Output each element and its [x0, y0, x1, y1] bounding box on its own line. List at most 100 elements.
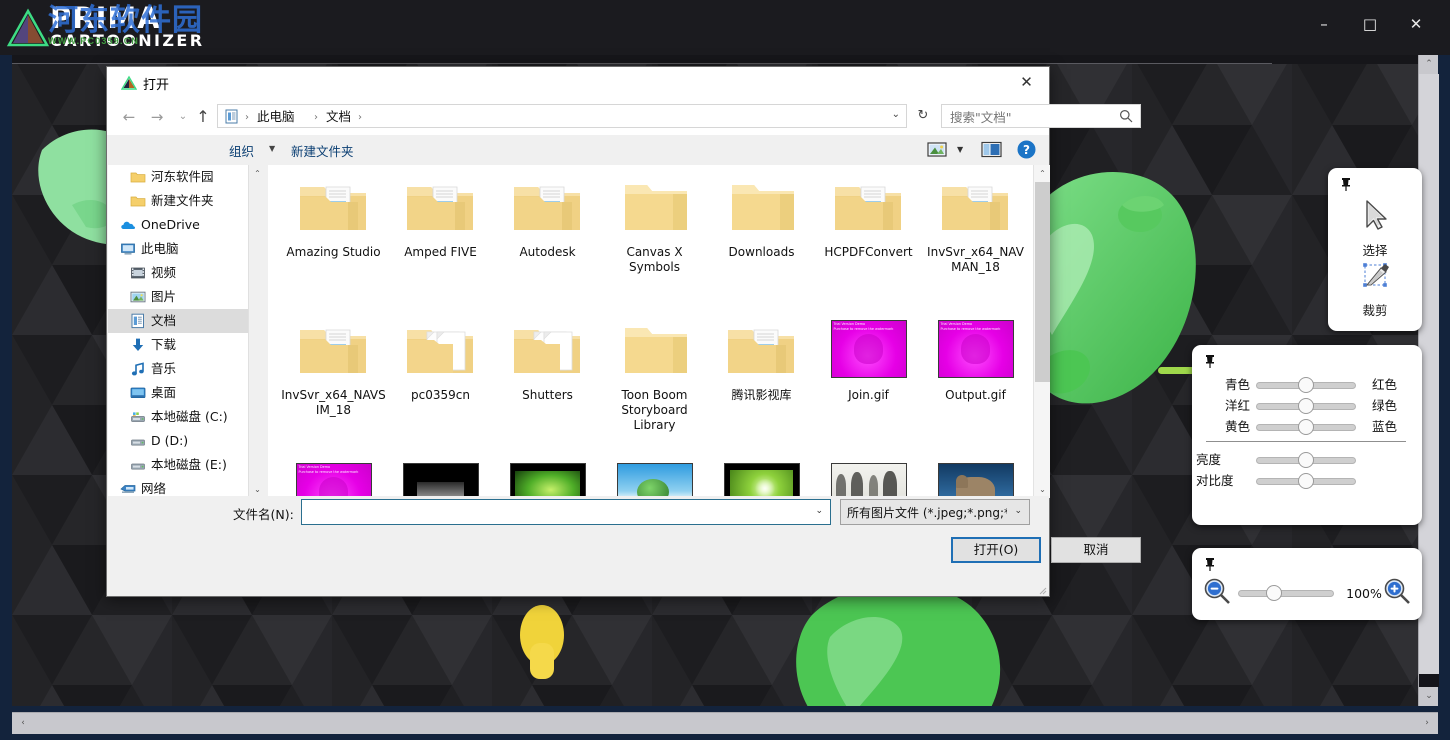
magnifier-minus-icon[interactable] [1202, 576, 1232, 606]
drive-icon [130, 457, 146, 473]
pin-icon[interactable] [1202, 353, 1218, 369]
navpane-item[interactable]: 图片 [108, 285, 248, 309]
navpane-item[interactable]: 视频 [108, 261, 248, 285]
navpane-scrollbar[interactable]: ⌃ ⌄ [248, 165, 265, 498]
forward-button[interactable]: → [145, 105, 169, 129]
open-button[interactable]: 打开(O) [951, 537, 1041, 563]
green-label: 绿色 [1372, 396, 1412, 416]
slider-knob[interactable] [1298, 419, 1314, 435]
canvas-scroll-right-arrow[interactable]: › [1416, 713, 1438, 734]
navpane-item-label: 图片 [151, 285, 176, 309]
tool-crop[interactable]: 裁剪 [1328, 256, 1422, 319]
slider-knob[interactable] [1298, 377, 1314, 393]
navpane-item[interactable]: 河东软件园 [108, 165, 248, 189]
slider-knob[interactable] [1298, 452, 1314, 468]
canvas-vscroll-track[interactable] [1419, 674, 1439, 687]
navpane-item[interactable]: D (D:) [108, 429, 248, 453]
navpane-item[interactable]: 新建文件夹 [108, 189, 248, 213]
maximize-button[interactable]: □ [1348, 8, 1392, 40]
pin-icon[interactable] [1338, 176, 1354, 192]
preview-pane-icon[interactable] [981, 141, 1002, 158]
filetype-combobox[interactable]: 所有图片文件 (*.jpeg;*.png;*.j| ⌄ [840, 499, 1030, 525]
logo-prima-text: PRIMA [50, 4, 204, 32]
folder-icon [601, 171, 708, 243]
back-button[interactable]: ← [117, 105, 141, 129]
up-one-level-button[interactable]: ↑ [191, 105, 215, 129]
yellow-blue-slider[interactable] [1256, 417, 1356, 437]
magnifier-plus-icon[interactable] [1382, 576, 1412, 606]
filename-combobox[interactable]: ⌄ [301, 499, 831, 525]
navpane-scroll-up-arrow[interactable]: ⌃ [249, 165, 266, 182]
file-list-item-label: Canvas X Symbols [601, 245, 708, 275]
canvas-horizontal-scrollbar[interactable]: ‹ › [12, 712, 1438, 734]
search-input[interactable] [950, 108, 1110, 126]
canvas-scroll-left-arrow[interactable]: ‹ [12, 713, 34, 734]
search-icon[interactable] [1119, 109, 1133, 123]
minimize-button[interactable]: – [1302, 8, 1346, 40]
file-list-item-label: HCPDFConvert [815, 245, 922, 260]
search-box[interactable] [941, 104, 1141, 128]
image-thumbnail: Trial Version DemoPurchase to remove the… [280, 457, 387, 498]
navpane-item[interactable]: 此电脑 [108, 237, 248, 261]
downloads-icon [130, 337, 146, 353]
cancel-button[interactable]: 取消 [1051, 537, 1141, 563]
file-list-scroll-thumb[interactable] [1035, 182, 1050, 382]
help-icon[interactable]: ? [1017, 140, 1036, 159]
breadcrumb-separator: › [245, 109, 249, 126]
navpane-item[interactable]: 桌面 [108, 381, 248, 405]
new-folder-button[interactable]: 新建文件夹 [291, 141, 354, 160]
magenta-green-slider[interactable] [1256, 396, 1356, 416]
canvas-scroll-down-arrow[interactable]: ⌄ [1419, 687, 1439, 706]
cyan-red-slider[interactable] [1256, 375, 1356, 395]
refresh-button[interactable]: ↻ [911, 104, 935, 128]
organize-button[interactable]: 组织 [229, 141, 254, 160]
navpane-item[interactable]: OneDrive [108, 213, 248, 237]
navpane-item[interactable]: 本地磁盘 (E:) [108, 453, 248, 477]
close-button[interactable]: ✕ [1394, 8, 1438, 40]
cursor-arrow-icon [1355, 196, 1395, 234]
image-thumbnail [494, 457, 601, 498]
organize-chevron-down-icon[interactable]: ▼ [269, 144, 275, 153]
filetype-chevron-down-icon[interactable]: ⌄ [1014, 506, 1022, 516]
zoom-percent-label: 100% [1342, 586, 1386, 601]
navigation-pane[interactable]: 河东软件园新建文件夹OneDrive 此电脑 视频 图片 文档下载 [108, 165, 248, 498]
file-list-scrollbar[interactable]: ⌃ ⌄ [1033, 165, 1050, 498]
breadcrumb-segment-computer[interactable]: 此电脑 [257, 108, 295, 126]
file-list-scroll-up-arrow[interactable]: ⌃ [1034, 165, 1051, 182]
file-list-item-label: Output.gif [922, 388, 1029, 403]
filename-label: 文件名(N): [233, 504, 294, 523]
breadcrumb-chevron-down-icon[interactable]: ⌄ [892, 109, 900, 120]
file-list-item-label: Join.gif [815, 388, 922, 403]
navpane-item[interactable]: 文档 [108, 309, 248, 333]
view-mode-chevron-down-icon[interactable]: ▼ [957, 145, 963, 154]
canvas-scroll-up-arrow[interactable]: ⌃ [1419, 55, 1439, 74]
contrast-slider[interactable] [1256, 471, 1356, 491]
slider-knob[interactable] [1266, 585, 1282, 601]
navpane-item[interactable]: 网络 [108, 477, 248, 498]
navpane-item[interactable]: 本地磁盘 (C:) [108, 405, 248, 429]
slider-knob[interactable] [1298, 398, 1314, 414]
breadcrumb[interactable]: › 此电脑 › 文档 › ⌄ [217, 104, 907, 128]
filename-input[interactable] [308, 504, 808, 521]
filename-chevron-down-icon[interactable]: ⌄ [815, 506, 823, 516]
file-list[interactable]: Amazing Studio Amped FIVE Autodesk Canva… [268, 165, 1033, 498]
navpane-item[interactable]: 音乐 [108, 357, 248, 381]
navpane-item[interactable]: 下载 [108, 333, 248, 357]
view-mode-icon[interactable] [927, 141, 947, 158]
navpane-item-label: 本地磁盘 (E:) [151, 453, 227, 477]
file-list-item-label: InvSvr_x64_NAVMAN_18 [922, 245, 1029, 275]
slider-knob[interactable] [1298, 473, 1314, 489]
dialog-toolbar: 组织 ▼ 新建文件夹 ▼ ? [107, 135, 1049, 165]
dialog-close-button[interactable]: ✕ [1004, 67, 1049, 98]
pin-icon[interactable] [1202, 556, 1218, 572]
canvas-vscroll-thumb[interactable] [1419, 74, 1439, 674]
zoom-slider[interactable] [1238, 583, 1334, 603]
file-list-item-label: Autodesk [494, 245, 601, 260]
resize-grip-icon[interactable] [1037, 585, 1047, 595]
breadcrumb-segment-documents[interactable]: 文档 [326, 108, 351, 126]
brightness-slider[interactable] [1256, 450, 1356, 470]
folder-icon [130, 169, 146, 185]
tool-select[interactable]: 选择 [1328, 196, 1422, 259]
folder-icon [387, 314, 494, 386]
magenta-label: 洋红 [1206, 396, 1250, 416]
